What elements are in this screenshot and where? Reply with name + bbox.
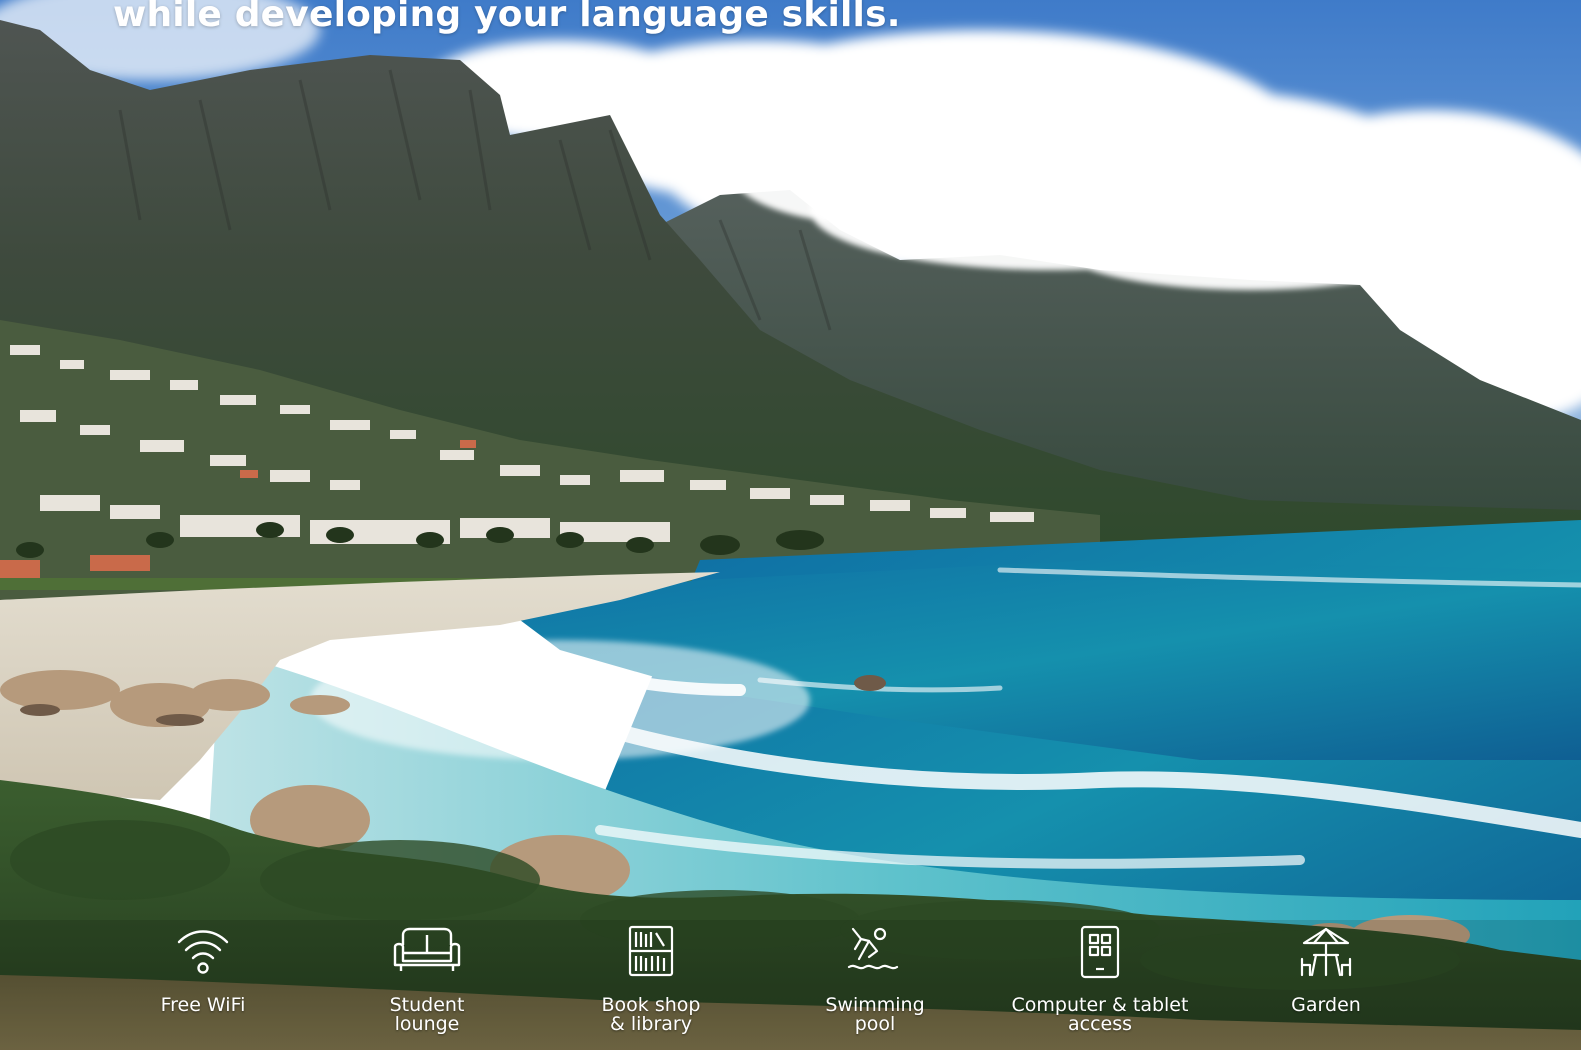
amenity-label: Student lounge — [389, 994, 465, 1035]
amenity-garden: Garden — [1206, 925, 1446, 1015]
amenity-student-lounge: Student lounge — [307, 925, 547, 1034]
coastline-photo — [0, 0, 1581, 1050]
amenity-book-shop-library: Book shop & library — [531, 925, 771, 1034]
amenity-label: Swimming pool — [825, 994, 925, 1035]
swimmer-icon — [755, 925, 995, 987]
wifi-icon — [83, 925, 323, 987]
tablet-icon — [980, 925, 1220, 987]
amenity-label: Free WiFi — [160, 994, 246, 1016]
garden-umbrella-icon — [1206, 925, 1446, 987]
amenity-swimming-pool: Swimming pool — [755, 925, 995, 1034]
amenity-free-wifi: Free WiFi — [83, 925, 323, 1015]
headline: while developing your language skills. — [113, 0, 901, 35]
amenity-computer-tablet-access: Computer & tablet access — [980, 925, 1220, 1034]
amenity-label: Garden — [1291, 994, 1361, 1016]
amenity-label: Computer & tablet access — [1011, 994, 1189, 1035]
amenities-row: Free WiFi Student lounge Book shop & lib… — [0, 925, 1581, 1050]
amenity-label: Book shop & library — [601, 994, 701, 1035]
bookshelf-icon — [531, 925, 771, 987]
sofa-icon — [307, 925, 547, 987]
hero-banner: while developing your language skills. F… — [0, 0, 1581, 1050]
